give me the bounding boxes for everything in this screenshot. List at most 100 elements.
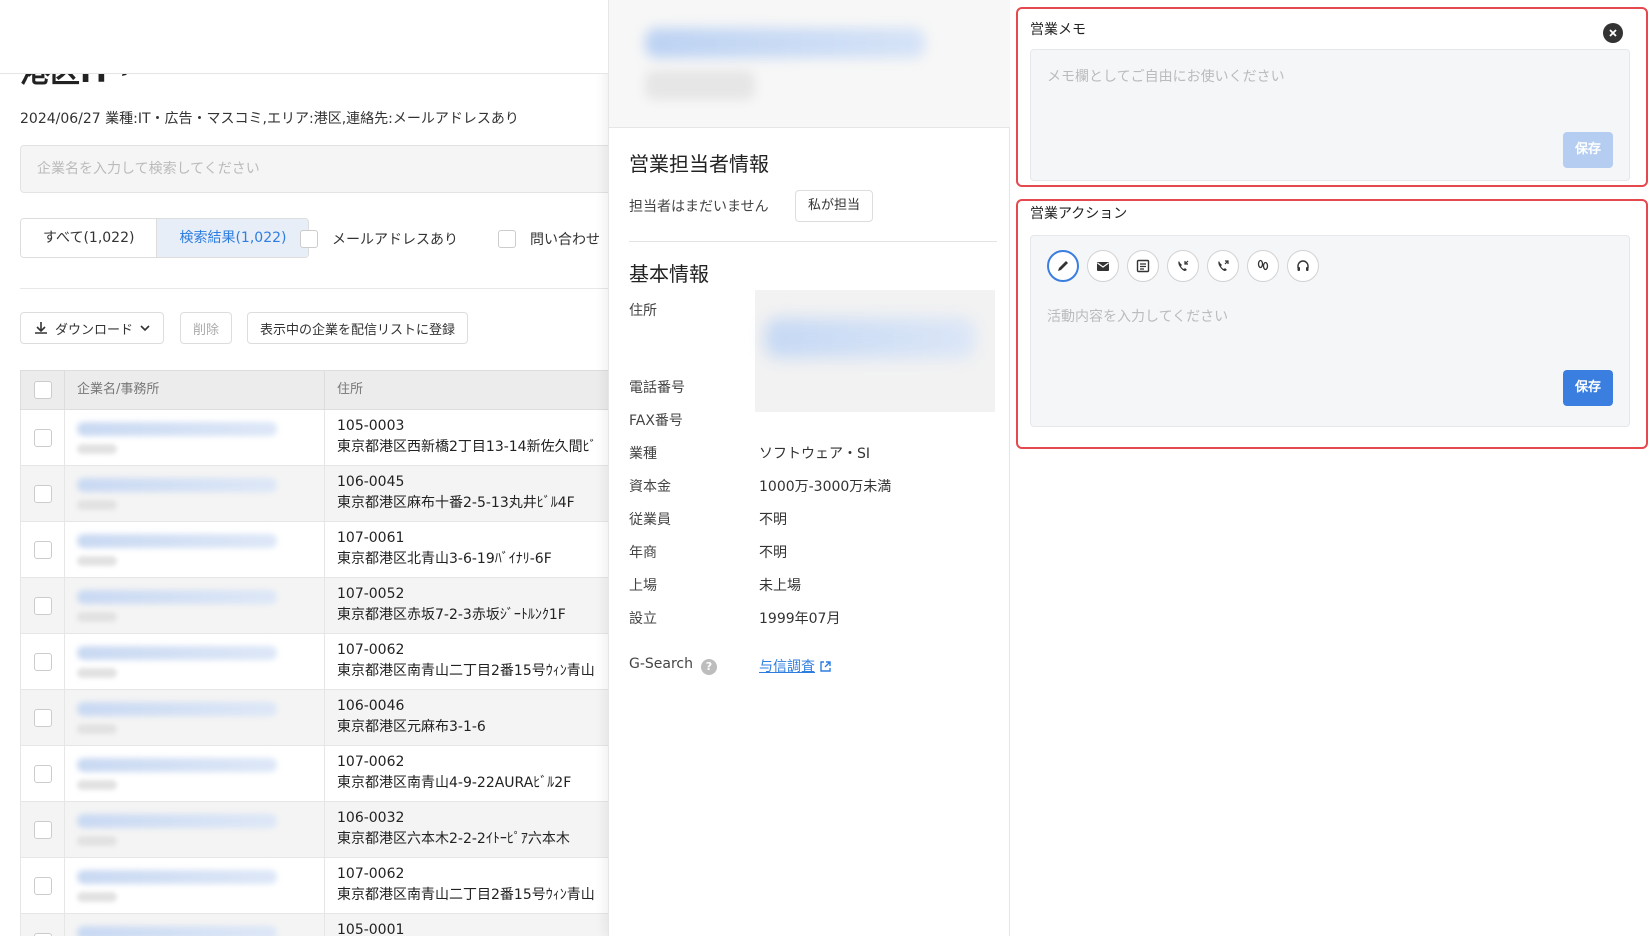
address-redacted [755,290,995,412]
industry-value: ソフトウェア・SI [759,446,871,462]
divider [20,288,608,289]
sales-memo-textarea[interactable]: メモ欄としてご自由にお使いください 保存 [1030,49,1630,181]
gsearch-label: G-Search [629,656,693,672]
close-icon[interactable] [1603,23,1623,43]
row-checkbox[interactable] [33,820,52,839]
sales-memo-title: 営業メモ [1030,22,1086,38]
address-cell: 107-0061 東京都港区北青山3-6-19ﾊﾞｲﾅﾘ-6F [325,522,552,577]
table-row[interactable]: 107-0062 東京都港区南青山4-9-22AURAﾋﾞﾙ2F [20,746,608,802]
company-name-redacted[interactable] [65,522,325,577]
row-checkbox[interactable] [33,484,52,503]
capital-value: 1000万-3000万未満 [759,479,892,495]
action-save-button[interactable]: 保存 [1563,370,1613,406]
zip-code: 106-0045 [337,474,405,490]
company-name-redacted [645,28,925,58]
download-button[interactable]: ダウンロード [20,312,164,344]
filter-email-label: メールアドレスあり [332,232,458,248]
zip-code: 106-0046 [337,698,405,714]
filter-email-checkbox[interactable]: メールアドレスあり [300,229,458,249]
address-cell: 107-0052 東京都港区赤坂7-2-3赤坂ｼﾞｰﾄﾙﾝｸ1F [325,578,566,633]
capital-label: 資本金 [629,479,671,495]
company-name-redacted[interactable] [65,802,325,857]
memo-save-button[interactable]: 保存 [1563,132,1613,168]
filter-inquiry-checkbox[interactable]: 問い合わせ [498,229,600,249]
table-row[interactable]: 107-0061 東京都港区北青山3-6-19ﾊﾞｲﾅﾘ-6F [20,522,608,578]
street-address: 東京都港区麻布十番2-5-13丸井ﾋﾞﾙ4F [337,495,575,511]
download-icon [35,322,47,334]
row-checkbox[interactable] [33,764,52,783]
row-checkbox-cell [21,690,65,745]
checkbox[interactable] [498,230,516,248]
street-address: 東京都港区南青山4-9-22AURAﾋﾞﾙ2F [337,775,572,791]
form-icon[interactable] [1127,250,1159,282]
company-name-redacted[interactable] [65,578,325,633]
table-row[interactable]: 105-0001 [20,914,608,936]
row-checkbox[interactable] [33,428,52,447]
address-cell: 107-0062 東京都港区南青山二丁目2番15号ｳｨﾝ青山 [325,858,595,913]
support-icon[interactable] [1287,250,1319,282]
table-row[interactable]: 107-0062 東京都港区南青山二丁目2番15号ｳｨﾝ青山 [20,858,608,914]
street-address: 東京都港区南青山二丁目2番15号ｳｨﾝ青山 [337,887,595,903]
row-checkbox[interactable] [33,652,52,671]
table-row[interactable]: 106-0032 東京都港区六本木2-2-2ｲﾄｰﾋﾟｱ六本木 [20,802,608,858]
company-name-redacted[interactable] [65,914,325,936]
tab-all[interactable]: すべて(1,022) [21,219,157,257]
employees-label: 従業員 [629,512,671,528]
phone-label: 電話番号 [629,380,685,396]
company-name-redacted[interactable] [65,410,325,465]
zip-code: 107-0052 [337,586,405,602]
address-cell: 105-0001 [325,914,404,936]
fax-label: FAX番号 [629,413,683,429]
employees-value: 不明 [759,512,787,528]
register-distribution-button[interactable]: 表示中の企業を配信リストに登録 [247,312,469,344]
app-root: 港区IT 2024/06/27 業種:IT・広告・マスコミ,エリア:港区,連絡先… [0,0,1648,936]
street-address: 東京都港区赤坂7-2-3赤坂ｼﾞｰﾄﾙﾝｸ1F [337,607,566,623]
zip-code: 105-0003 [337,418,405,434]
company-name-redacted[interactable] [65,690,325,745]
row-checkbox[interactable] [33,708,52,727]
phone-incoming-icon[interactable] [1167,250,1199,282]
street-address: 東京都港区元麻布3-1-6 [337,719,486,735]
action-placeholder[interactable]: 活動内容を入力してください [1047,306,1228,326]
row-checkbox[interactable] [33,596,52,615]
zip-code: 107-0062 [337,866,405,882]
company-table: 企業名/事務所 住所 105-0003 東京都港区西新橋2丁目13-14新佐久間ﾋ… [20,370,608,936]
phone-outgoing-icon[interactable] [1207,250,1239,282]
row-checkbox[interactable] [33,876,52,895]
row-checkbox[interactable] [33,932,52,936]
row-checkbox[interactable] [33,540,52,559]
address-cell: 106-0032 東京都港区六本木2-2-2ｲﾄｰﾋﾟｱ六本木 [325,802,570,857]
mail-icon[interactable] [1087,250,1119,282]
help-icon[interactable]: ? [701,659,717,675]
tab-search-results[interactable]: 検索結果(1,022) [156,219,309,257]
table-row[interactable]: 106-0046 東京都港区元麻布3-1-6 [20,690,608,746]
table-row[interactable]: 106-0045 東京都港区麻布十番2-5-13丸井ﾋﾞﾙ4F [20,466,608,522]
company-name-redacted[interactable] [65,858,325,913]
table-row[interactable]: 107-0052 東京都港区赤坂7-2-3赤坂ｼﾞｰﾄﾙﾝｸ1F [20,578,608,634]
company-name-redacted[interactable] [65,466,325,521]
zip-code: 106-0032 [337,810,405,826]
select-all-checkbox[interactable] [33,381,52,399]
row-checkbox-cell [21,858,65,913]
company-sub-redacted [645,70,755,100]
credit-check-link[interactable]: 与信調査 [759,656,832,676]
address-cell: 107-0062 東京都港区南青山4-9-22AURAﾋﾞﾙ2F [325,746,571,801]
assign-me-button[interactable]: 私が担当 [795,190,874,222]
table-row[interactable]: 105-0003 東京都港区西新橋2丁目13-14新佐久間ﾋﾞ [20,410,608,466]
table-header: 企業名/事務所 住所 [20,370,608,410]
zip-code: 105-0001 [337,922,405,936]
pencil-icon[interactable] [1047,250,1079,282]
address-cell: 106-0045 東京都港区麻布十番2-5-13丸井ﾋﾞﾙ4F [325,466,575,521]
company-name-redacted[interactable] [65,634,325,689]
revenue-value: 不明 [759,545,787,561]
address-cell: 107-0062 東京都港区南青山二丁目2番15号ｳｨﾝ青山 [325,634,595,689]
industry-label: 業種 [629,446,657,462]
delete-button[interactable]: 削除 [180,312,233,344]
visit-icon[interactable] [1247,250,1279,282]
zip-code: 107-0062 [337,642,405,658]
company-search-input[interactable]: 企業名を入力して検索してください [20,145,608,193]
table-row[interactable]: 107-0062 東京都港区南青山二丁目2番15号ｳｨﾝ青山 [20,634,608,690]
checkbox[interactable] [300,230,318,248]
credit-check-label: 与信調査 [759,659,815,675]
company-name-redacted[interactable] [65,746,325,801]
